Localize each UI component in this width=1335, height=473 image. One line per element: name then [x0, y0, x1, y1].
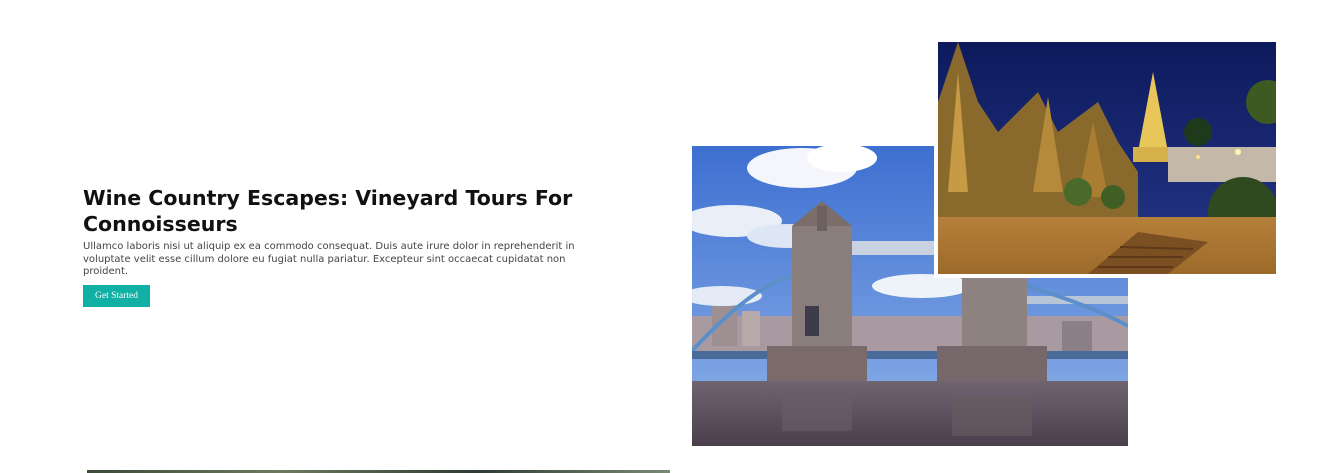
golden-pagoda-temple-photo [934, 38, 1276, 278]
get-started-button[interactable]: Get Started [83, 284, 151, 307]
hero-description: Ullamco laboris nisi ut aliquip ex ea co… [83, 241, 575, 277]
hero-title: Wine Country Escapes: Vineyard Tours For… [83, 186, 573, 236]
pagoda-temple-illustration [938, 42, 1276, 274]
hero-text-block: Wine Country Escapes: Vineyard Tours For… [83, 185, 603, 307]
